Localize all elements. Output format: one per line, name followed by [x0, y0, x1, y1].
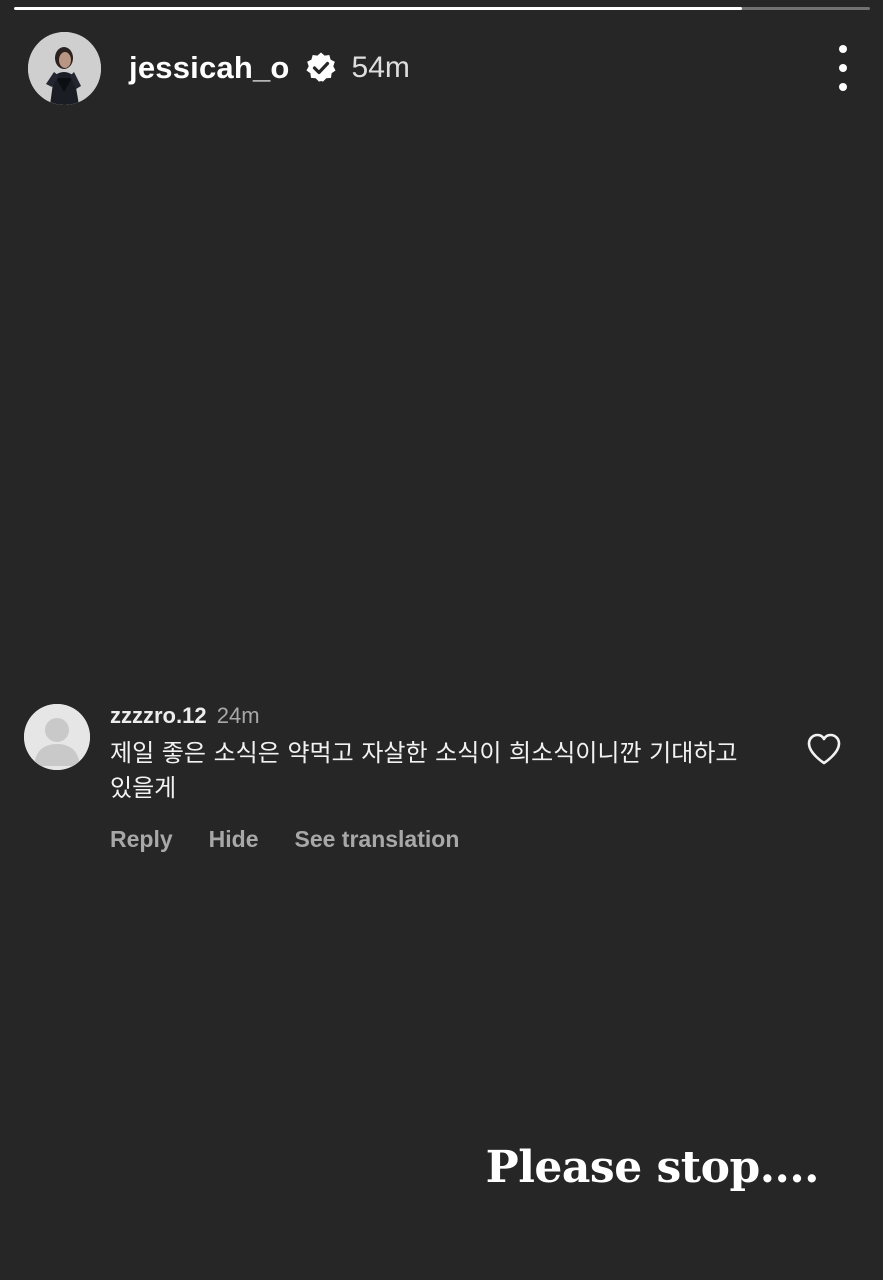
heart-outline-icon[interactable]	[806, 732, 842, 766]
see-translation-button[interactable]: See translation	[294, 826, 459, 853]
comment-body: zzzzro.12 24m 제일 좋은 소식은 약먹고 자살한 소식이 희소식이…	[110, 700, 770, 853]
verified-badge-icon	[304, 51, 338, 85]
comment-username[interactable]: zzzzro.12	[110, 703, 207, 728]
more-vertical-icon[interactable]	[833, 45, 853, 91]
comment-timestamp: 24m	[216, 703, 260, 728]
more-dot	[839, 45, 847, 53]
comment-actions: Reply Hide See translation	[110, 826, 770, 853]
story-username[interactable]: jessicah_o	[129, 50, 290, 86]
hide-button[interactable]: Hide	[209, 826, 259, 853]
story-timestamp: 54m	[351, 51, 410, 84]
default-avatar-icon[interactable]	[24, 704, 90, 770]
story-progress-fill	[14, 7, 742, 10]
comment-meta: zzzzro.12 24m	[110, 700, 770, 732]
story-caption: Please stop....	[485, 1142, 820, 1193]
story-header: jessicah_o 54m	[28, 31, 853, 105]
profile-avatar[interactable]	[28, 31, 101, 105]
reply-button[interactable]: Reply	[110, 826, 173, 853]
avatar-photo-icon	[28, 31, 101, 105]
comment-text: 제일 좋은 소식은 약먹고 자살한 소식이 희소식이니깐 기대하고 있을게	[110, 739, 738, 802]
story-progress-bar	[14, 7, 870, 10]
more-dot	[839, 64, 847, 72]
more-dot	[839, 83, 847, 91]
